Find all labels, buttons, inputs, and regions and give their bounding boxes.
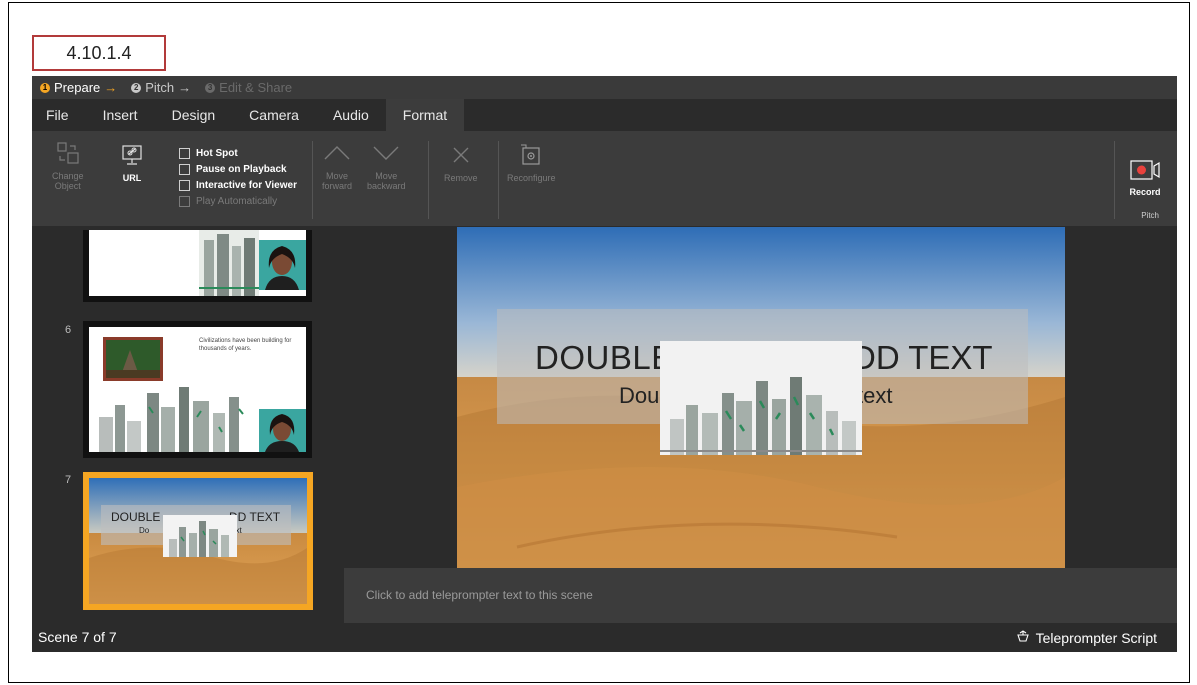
scene-number: 6 [65,324,72,336]
step-number-badge: 1 [40,82,50,93]
presenter-video-thumbnail [259,240,306,290]
reconfigure-icon [519,143,543,169]
checkbox-box [179,147,190,159]
reference-label: 4.10.1.4 [32,35,166,71]
ribbon-separator [498,141,499,219]
change-object-icon [56,141,80,167]
tab-file[interactable]: File [32,99,86,131]
slide-subtitle-left[interactable]: Dou [619,383,659,409]
step-number-badge: 3 [205,82,216,93]
thumb-title-left: DOUBLE [111,510,161,524]
menu-bar: File Insert Design Camera Audio Format [32,99,1177,131]
close-icon [449,143,473,169]
record-button[interactable]: Record [1129,159,1161,197]
tab-format[interactable]: Format [385,99,465,131]
pitch-group-label: Pitch [1141,211,1159,220]
tab-insert[interactable]: Insert [86,99,155,131]
forest-image [103,337,163,381]
step-prepare[interactable]: 1 Prepare → [40,80,117,95]
teleprompter-label: Teleprompter Script [1035,629,1157,646]
ribbon-separator [1114,141,1115,219]
move-forward-button[interactable]: Move forward [322,141,352,191]
status-bar: Scene 7 of 7 Teleprompter Script [32,623,1177,652]
thumb-sub-left: Do [139,526,150,535]
tab-camera[interactable]: Camera [232,99,316,131]
scene-thumbnail-6[interactable]: Civilizations have been building for tho… [83,321,312,458]
pause-on-playback-checkbox[interactable]: Pause on Playback [179,161,297,177]
change-object-button[interactable]: Change Object [52,141,84,191]
step-label: Prepare [54,80,101,95]
remove-button[interactable]: Remove [444,143,478,183]
checkbox-box [179,163,190,175]
scene-list: 6 Civilizations have been building for t… [32,226,344,623]
scene-thumbnail-5[interactable] [83,230,312,302]
step-pitch[interactable]: 2 Pitch → [131,80,191,95]
tab-design[interactable]: Design [155,99,233,131]
scene-count: Scene 7 of 7 [38,629,117,645]
reconfigure-button[interactable]: Reconfigure [507,143,556,183]
slide-title-right[interactable]: DD TEXT [852,339,993,377]
step-label: Pitch [145,80,175,95]
step-number-badge: 2 [131,82,142,93]
teleprompter-input[interactable]: Click to add teleprompter text to this s… [344,568,1177,623]
teleprompter-icon [1016,629,1030,646]
arrow-right-icon: → [178,80,192,95]
text-region [89,230,199,290]
hot-spot-checkbox[interactable]: Hot Spot [179,145,297,161]
checkbox-box [179,195,190,207]
teleprompter-script-button[interactable]: Teleprompter Script [1016,629,1157,646]
record-camera-icon [1129,159,1161,183]
step-label: Edit & Share [219,80,293,95]
city-card-thumbnail [163,515,237,557]
city-graphic [199,230,259,296]
tab-audio[interactable]: Audio [316,99,386,131]
scene-thumbnail-7-selected[interactable]: DOUBLE DD TEXT Do ext [83,472,313,610]
scene-caption: Civilizations have been building for tho… [199,338,292,352]
ribbon-separator [312,141,313,219]
url-monitor-icon [120,143,144,169]
url-button[interactable]: URL [120,143,144,183]
workflow-steps: 1 Prepare → 2 Pitch → 3 Edit & Share [32,76,1177,99]
app-window: 1 Prepare → 2 Pitch → 3 Edit & Share Fil… [32,76,1177,652]
city-image-card[interactable] [660,341,862,455]
slide-title-left[interactable]: DOUBLE [535,339,674,377]
scene-number: 7 [65,474,72,486]
ribbon-separator [428,141,429,219]
step-edit-share[interactable]: 3 Edit & Share [205,80,292,95]
arrow-right-icon: → [104,80,118,95]
slide-subtitle-right[interactable]: text [857,383,892,409]
chevron-down-icon [371,141,401,167]
play-automatically-checkbox[interactable]: Play Automatically [179,193,297,209]
move-backward-button[interactable]: Move backward [367,141,406,191]
format-ribbon: Change Object URL Hot Spot Pause on Play… [32,131,1177,226]
chevron-up-icon [322,141,352,167]
checkbox-box [179,179,190,191]
presenter-video-thumbnail [259,409,306,452]
slide-canvas[interactable]: DOUBLE DD TEXT Dou text [457,227,1065,568]
interactive-for-viewer-checkbox[interactable]: Interactive for Viewer [179,177,297,193]
playback-options: Hot Spot Pause on Playback Interactive f… [179,145,297,209]
